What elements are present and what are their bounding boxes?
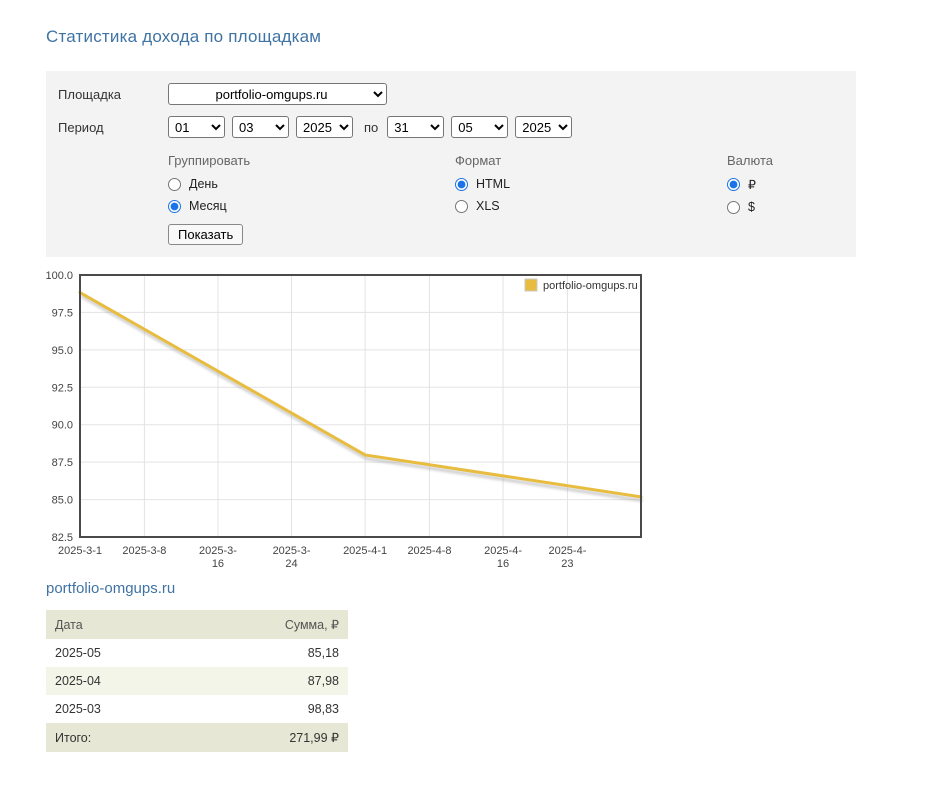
table-row: 2025-03 98,83 [46,695,348,723]
page-title: Статистика дохода по площадкам [46,27,322,46]
cell-date: 2025-05 [55,646,101,660]
svg-text:82.5: 82.5 [52,532,73,544]
period-from-year-select[interactable]: 2025 [296,116,353,138]
y-axis-labels: 82.5 85.0 87.5 90.0 92.5 95.0 97.5 100.0 [45,270,73,544]
table-total-row: Итого: 271,99 ₽ [46,723,348,752]
income-table: Дата Сумма, ₽ 2025-05 85,18 2025-04 87,98 20… [46,610,348,752]
svg-text:100.0: 100.0 [45,270,73,282]
currency-usd-radio[interactable] [727,200,740,214]
period-to-month-select[interactable]: 05 [451,116,509,138]
group-option-month[interactable]: Месяц [168,199,455,213]
format-xls-radio[interactable] [455,199,468,213]
format-xls-label: XLS [476,199,500,213]
cell-sum: 87,98 [307,674,339,688]
column-header-date: Дата [55,617,83,632]
svg-text:16: 16 [497,558,509,570]
svg-text:24: 24 [285,558,297,570]
table-row: 2025-05 85,18 [46,639,348,667]
cell-date: 2025-03 [55,702,101,716]
format-section: Формат HTML XLS [455,153,727,221]
currency-section: Валюта ₽ $ [727,153,773,222]
group-section: Группировать День Месяц [168,153,455,221]
platform-label: Площадка [58,86,122,102]
group-day-label: День [189,177,218,191]
svg-text:2025-3-: 2025-3- [273,545,311,557]
currency-usd-label: $ [748,200,755,214]
total-value: 271,99 ₽ [289,731,339,745]
chart-border [79,274,642,538]
svg-text:2025-4-1: 2025-4-1 [343,545,387,557]
chart-legend: portfolio-omgups.ru [524,278,638,292]
format-label: Формат [455,153,502,168]
column-header-sum: Сумма, ₽ [284,618,339,632]
options-row: Группировать День Месяц Формат HTML XLS … [58,153,844,222]
platform-row: Площадка portfolio-omgups.ru [58,83,844,105]
currency-rub-radio[interactable] [727,178,740,191]
period-from-day-select[interactable]: 01 [168,116,225,138]
submit-row: Показать [58,224,844,245]
svg-text:16: 16 [212,558,224,570]
format-html-label: HTML [476,177,511,191]
platform-select[interactable]: portfolio-omgups.ru [168,83,387,105]
svg-text:90.0: 90.0 [52,420,73,432]
show-button[interactable]: Показать [168,224,244,245]
group-month-radio[interactable] [168,199,181,213]
svg-text:87.5: 87.5 [52,457,73,469]
filter-panel: Площадка portfolio-omgups.ru Период 01 0… [46,71,856,257]
format-option-html[interactable]: HTML [455,177,727,191]
svg-text:2025-3-1: 2025-3-1 [58,545,102,557]
legend-label: portfolio-omgups.ru [543,280,638,292]
currency-option-rub[interactable]: ₽ [727,177,773,192]
period-to-year-select[interactable]: 2025 [515,116,573,138]
svg-text:97.5: 97.5 [52,307,73,319]
svg-text:92.5: 92.5 [52,382,73,394]
svg-text:2025-3-: 2025-3- [199,545,237,557]
svg-text:2025-4-8: 2025-4-8 [407,545,451,557]
format-html-radio[interactable] [455,177,468,191]
series-line [78,291,643,499]
x-axis-labels: 2025-3-1 2025-3-8 2025-3-162025-3-242025-4… [58,545,587,570]
currency-rub-label: ₽ [748,178,756,192]
period-to-day-select[interactable]: 31 [387,116,445,138]
table-heading: portfolio-omgups.ru [46,580,176,597]
period-row: Период 01 03 2025 по 31 05 2025 [58,116,844,138]
svg-text:95.0: 95.0 [52,345,73,357]
period-separator: по [364,119,379,135]
cell-sum: 98,83 [307,702,339,716]
cell-date: 2025-04 [55,674,101,688]
income-chart: 82.5 85.0 87.5 90.0 92.5 95.0 97.5 100.0 2025-3-… [0,270,937,570]
period-label: Период [58,119,104,135]
table-row: 2025-04 87,98 [46,667,348,695]
svg-text:2025-4-: 2025-4- [484,545,522,557]
group-label: Группировать [168,153,251,168]
total-label: Итого: [55,730,92,745]
period-from-month-select[interactable]: 03 [232,116,289,138]
chart-gridlines [80,275,641,537]
currency-label: Валюта [727,153,773,168]
format-option-xls[interactable]: XLS [455,199,727,213]
group-option-day[interactable]: День [168,177,455,191]
cell-sum: 85,18 [307,646,339,660]
table-header-row: Дата Сумма, ₽ [46,610,348,639]
group-day-radio[interactable] [168,177,181,191]
group-month-label: Месяц [189,199,227,213]
series-line-shadow [80,294,643,503]
svg-text:23: 23 [561,558,573,570]
svg-text:2025-4-: 2025-4- [548,545,586,557]
svg-text:85.0: 85.0 [52,495,73,507]
currency-option-usd[interactable]: $ [727,200,773,214]
legend-swatch [524,278,538,292]
svg-text:2025-3-8: 2025-3-8 [122,545,166,557]
chart-svg: 82.5 85.0 87.5 90.0 92.5 95.0 97.5 100.0 2025-3-… [45,270,643,570]
